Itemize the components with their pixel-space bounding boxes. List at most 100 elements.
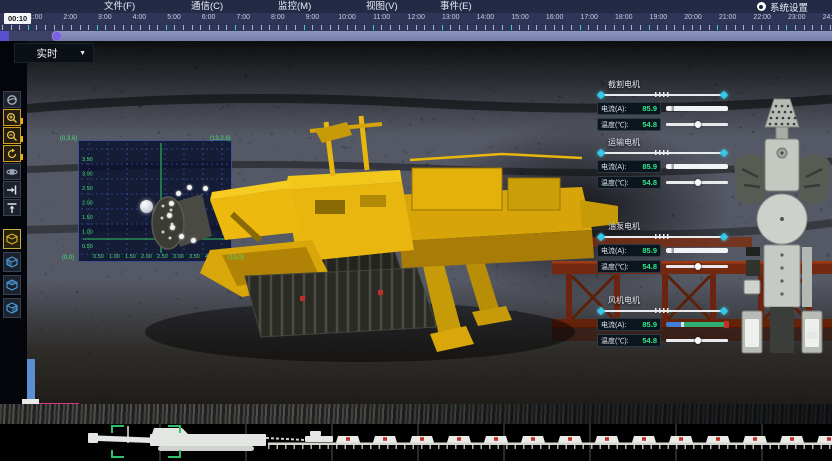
timeline-tick: [2, 25, 3, 30]
motor-panel-title: 运输电机: [608, 138, 728, 148]
lock-icon[interactable]: [806, 327, 819, 340]
temp-slider[interactable]: [666, 181, 728, 184]
menu-item-2[interactable]: 监控(M): [272, 0, 317, 13]
timeline-tick: [200, 25, 201, 30]
slider-handle-left[interactable]: [597, 148, 605, 156]
timeline-tick: [304, 25, 305, 30]
menu-item-0[interactable]: 文件(F): [98, 0, 141, 13]
motor-range-slider[interactable]: [598, 232, 727, 241]
timeline-tick: [11, 25, 12, 30]
hour-label: 19:00: [650, 14, 668, 21]
timeline-tick: [243, 25, 244, 30]
slider-handle-left[interactable]: [597, 232, 605, 240]
view-cube-active-icon[interactable]: [3, 229, 21, 249]
temp-label: 温度(℃):: [601, 336, 629, 346]
hour-label: 9:00: [306, 14, 320, 21]
menu-item-1[interactable]: 通信(C): [185, 0, 229, 13]
system-settings-button[interactable]: 系统设置: [757, 0, 808, 13]
timeline-tick: [261, 25, 262, 30]
motor-panel-title: 油泵电机: [608, 222, 728, 232]
temp-slider-knob[interactable]: [695, 337, 702, 344]
timeline-tick: [19, 25, 20, 30]
temp-slider-knob[interactable]: [695, 263, 702, 270]
axis-y-bar: [27, 359, 35, 401]
view-cube-top-icon[interactable]: [3, 275, 21, 295]
motor-range-slider[interactable]: [598, 148, 727, 157]
timeline-tick: [174, 25, 175, 30]
menu-item-4[interactable]: 事件(E): [434, 0, 478, 13]
conveyor-overview-strip[interactable]: [0, 424, 832, 461]
temp-slider-knob[interactable]: [695, 179, 702, 186]
slider-midticks: [655, 308, 671, 313]
current-bar[interactable]: [666, 164, 728, 169]
timeline-tick: [597, 25, 598, 30]
scene-viewport[interactable]: 3.503.002.502.001.501.000.500.501.001.50…: [0, 41, 832, 424]
motor-range-slider[interactable]: [598, 90, 727, 99]
timeline-tick: [623, 25, 624, 30]
timeline-ruler[interactable]: [0, 24, 832, 31]
timeline-current-time[interactable]: 00:10: [4, 13, 31, 24]
orbit-icon[interactable]: [3, 91, 21, 108]
timeline-tick: [467, 25, 468, 30]
hour-label: 14:00: [477, 14, 495, 21]
timeline-tick: [631, 25, 632, 30]
timeline-tick: [88, 25, 89, 30]
timeline-marker[interactable]: [53, 32, 61, 40]
orbit-free-icon[interactable]: [3, 163, 21, 180]
motor-panel-title: 截割电机: [608, 80, 728, 90]
current-label: 电流(A):: [601, 104, 626, 114]
hour-label: 3:00: [98, 14, 112, 21]
temp-labelbox: 温度(℃): 54.8: [597, 118, 661, 131]
machine-topdown-diagram[interactable]: [732, 97, 832, 355]
mode-dropdown[interactable]: 实时 ▼: [14, 43, 94, 63]
view-cube-front-icon[interactable]: [3, 252, 21, 272]
conveyor-overview: [0, 424, 832, 461]
trace-dot: [169, 201, 174, 206]
temp-slider-knob[interactable]: [695, 121, 702, 128]
zoom-out-icon[interactable]: [3, 127, 21, 144]
current-bar-handle[interactable]: [724, 321, 729, 328]
current-bar[interactable]: [666, 248, 728, 253]
current-bar[interactable]: [666, 322, 728, 327]
hour-label: 24:00: [823, 14, 832, 21]
slider-handle-right[interactable]: [720, 90, 728, 98]
timeline-tick: [105, 25, 106, 30]
timeline-label-row[interactable]: 00:10 1:002:003:004:005:006:007:008:009:…: [0, 13, 832, 24]
timeline-tick: [511, 25, 512, 30]
motor-panel-2: 油泵电机 电流(A): 85.9 温度(℃): 54.8: [597, 222, 728, 276]
slider-handle-right[interactable]: [720, 232, 728, 240]
slider-handle-left[interactable]: [597, 90, 605, 98]
timeline-tick: [209, 25, 210, 30]
slider-handle-right[interactable]: [720, 306, 728, 314]
timeline-tick: [218, 25, 219, 30]
current-bar[interactable]: [666, 106, 728, 111]
timeline-tick: [640, 25, 641, 30]
machine-silhouette[interactable]: [88, 426, 333, 451]
view-cube-side-icon[interactable]: [3, 298, 21, 318]
temp-slider[interactable]: [666, 339, 728, 342]
temp-slider[interactable]: [666, 123, 728, 126]
hour-label: 5:00: [167, 14, 181, 21]
grid-corner-bottom-right: (13,0): [228, 255, 244, 261]
timeline-tick: [519, 25, 520, 30]
temp-value: 54.8: [642, 262, 657, 271]
timeline-tick: [252, 25, 253, 30]
timeline-tick: [830, 25, 831, 30]
menu-item-3[interactable]: 视图(V): [360, 0, 404, 13]
timeline-range-bar[interactable]: [0, 31, 832, 41]
timeline-tick: [183, 25, 184, 30]
temp-slider[interactable]: [666, 265, 728, 268]
slider-handle-left[interactable]: [597, 306, 605, 314]
timeline-tick: [450, 25, 451, 30]
current-value: 85.9: [642, 104, 657, 113]
hour-label: 21:00: [719, 14, 737, 21]
timeline-tick: [812, 25, 813, 30]
rotate-cw-icon[interactable]: [3, 145, 21, 162]
timeline-tick: [235, 25, 236, 30]
slider-handle-right[interactable]: [720, 148, 728, 156]
align-top-icon[interactable]: [3, 199, 21, 216]
align-right-icon[interactable]: [3, 181, 21, 198]
motor-range-slider[interactable]: [598, 306, 727, 315]
roadheader-machine-3d[interactable]: [60, 100, 620, 380]
zoom-in-icon[interactable]: [3, 109, 21, 126]
